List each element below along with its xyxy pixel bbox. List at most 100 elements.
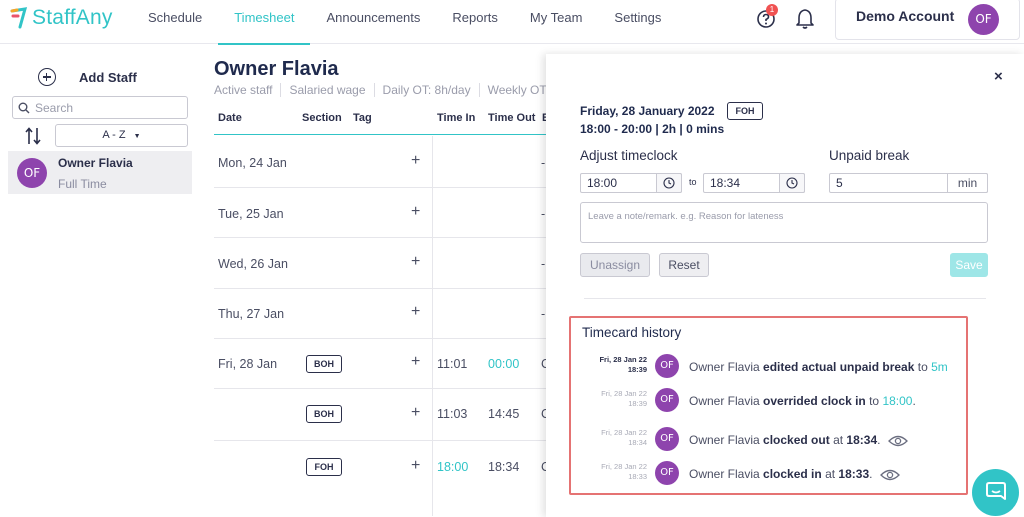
staffany-logo[interactable]: StaffAny	[10, 6, 113, 30]
brand-name: StaffAny	[32, 6, 113, 29]
history-action: edited actual unpaid break	[763, 360, 915, 374]
unpaid-break-input[interactable]: 5 min	[829, 173, 988, 193]
plus-circle-icon	[38, 68, 56, 86]
history-value: 18:34	[846, 433, 878, 447]
history-text: Owner Flavia edited actual unpaid break …	[689, 360, 948, 374]
meta-wage: Salaried wage	[289, 83, 375, 97]
history-time: 18:34	[628, 438, 647, 447]
bell-icon	[796, 9, 814, 29]
shift-date: Friday, 28 January 2022	[580, 104, 715, 118]
history-actor: Owner Flavia	[689, 467, 760, 481]
history-connector: to	[869, 394, 880, 408]
nav-reports[interactable]: Reports	[436, 0, 514, 44]
clock-icon	[786, 177, 798, 189]
row-date: Wed, 26 Jan	[218, 257, 288, 271]
col-date: Date	[218, 112, 242, 124]
note-placeholder: Leave a note/remark. e.g. Reason for lat…	[588, 211, 784, 222]
section-tag: BOH	[306, 405, 342, 423]
notifications-button[interactable]	[795, 8, 815, 30]
eye-icon[interactable]	[887, 434, 908, 448]
col-time-out: Time Out	[488, 112, 536, 124]
clock-out-picker-button[interactable]	[779, 173, 805, 193]
add-tag-icon[interactable]: +	[411, 404, 420, 422]
history-avatar: OF	[655, 354, 679, 378]
history-actor: Owner Flavia	[689, 360, 760, 374]
history-date: Fri, 28 Jan 22	[599, 355, 647, 364]
close-icon[interactable]: ×	[994, 68, 1003, 85]
row-date: Fri, 28 Jan	[218, 357, 278, 371]
col-section: Section	[302, 112, 342, 124]
staff-list-item[interactable]: OF Owner Flavia Full Time	[8, 151, 192, 194]
history-action: clocked in	[763, 467, 822, 481]
search-icon	[18, 102, 30, 113]
note-textarea[interactable]: Leave a note/remark. e.g. Reason for lat…	[580, 202, 988, 243]
history-action: clocked out	[763, 433, 830, 447]
nav-announcements[interactable]: Announcements	[310, 0, 436, 44]
caret-down-icon: ▼	[133, 133, 141, 140]
nav-settings[interactable]: Settings	[598, 0, 677, 44]
shift-section-tag: FOH	[727, 102, 763, 120]
row-time-in: 11:03	[437, 407, 468, 421]
history-date: Fri, 28 Jan 22	[601, 389, 647, 398]
add-tag-icon[interactable]: +	[411, 457, 420, 475]
add-shift-icon[interactable]: +	[411, 152, 420, 170]
save-button[interactable]: Save	[950, 253, 988, 277]
shift-time-summary: 18:00 - 20:00 | 2h | 0 mins	[580, 122, 725, 136]
history-entry: Fri, 28 Jan 22 18:39 OF Owner Flavia ove…	[571, 385, 966, 415]
clock-icon	[663, 177, 675, 189]
clock-out-field[interactable]: 18:34	[703, 173, 805, 193]
nav-timesheet[interactable]: Timesheet	[218, 0, 311, 45]
table-row: Wed, 26 Jan + -	[214, 238, 554, 289]
row-time-in: 11:01	[437, 357, 468, 371]
unassign-button[interactable]: Unassign	[580, 253, 650, 277]
history-time: 18:33	[628, 472, 647, 481]
add-shift-icon[interactable]: +	[411, 203, 420, 221]
history-connector: at	[833, 433, 844, 447]
clock-in-field[interactable]: 18:00	[580, 173, 682, 193]
add-staff-button[interactable]: Add Staff	[38, 68, 137, 86]
history-entry: Fri, 28 Jan 22 18:39 OF Owner Flavia edi…	[571, 351, 966, 381]
row-time-out: 00:00	[488, 357, 520, 371]
history-connector: at	[825, 467, 836, 481]
history-time: 18:39	[628, 399, 647, 408]
account-menu[interactable]: Demo Account OF	[835, 0, 1020, 40]
history-text: Owner Flavia clocked out at 18:34.	[689, 433, 908, 448]
meta-daily-ot: Daily OT: 8h/day	[383, 83, 480, 97]
history-connector: to	[917, 360, 928, 374]
meta-status: Active staff	[214, 83, 282, 97]
sort-select[interactable]: A - Z ▼	[55, 124, 188, 147]
nav-schedule[interactable]: Schedule	[132, 0, 218, 44]
add-tag-icon[interactable]: +	[411, 353, 420, 371]
history-suffix: .	[877, 433, 881, 447]
nav-my-team[interactable]: My Team	[514, 0, 599, 44]
eye-icon[interactable]	[879, 468, 900, 482]
history-actor: Owner Flavia	[689, 433, 760, 447]
row-date: Mon, 24 Jan	[218, 156, 287, 170]
staff-name: Owner Flavia	[58, 156, 133, 170]
page-title: Owner Flavia	[214, 58, 339, 80]
table-row[interactable]: Fri, 28 Jan BOH + 11:01 00:00 C	[214, 339, 554, 389]
col-time-in: Time In	[437, 112, 476, 124]
row-extra: -	[541, 307, 546, 321]
history-value: 5m	[931, 360, 948, 374]
clock-in-picker-button[interactable]	[656, 173, 682, 193]
staff-search-input[interactable]: Search	[12, 96, 188, 119]
staff-employment-type: Full Time	[58, 177, 107, 191]
unpaid-break-label: Unpaid break	[829, 148, 910, 163]
row-date: Tue, 25 Jan	[218, 207, 284, 221]
add-shift-icon[interactable]: +	[411, 303, 420, 321]
col-tag: Tag	[353, 112, 372, 124]
chat-support-button[interactable]	[972, 469, 1019, 516]
table-row[interactable]: BOH + 11:03 14:45 C	[214, 389, 554, 441]
sort-direction-icon[interactable]	[24, 126, 42, 146]
timesheet-table-header: Date Section Tag Time In Time Out E	[214, 107, 554, 135]
add-shift-icon[interactable]: +	[411, 253, 420, 271]
reset-button[interactable]: Reset	[659, 253, 709, 277]
history-title: Timecard history	[582, 325, 682, 340]
top-nav-bar: StaffAny Schedule Timesheet Announcement…	[0, 0, 1024, 45]
history-date: Fri, 28 Jan 22	[601, 462, 647, 471]
search-placeholder: Search	[35, 100, 74, 115]
table-row[interactable]: FOH + 18:00 18:34 C	[214, 441, 554, 493]
help-button[interactable]: 1	[756, 4, 778, 29]
history-actor: Owner Flavia	[689, 394, 760, 408]
